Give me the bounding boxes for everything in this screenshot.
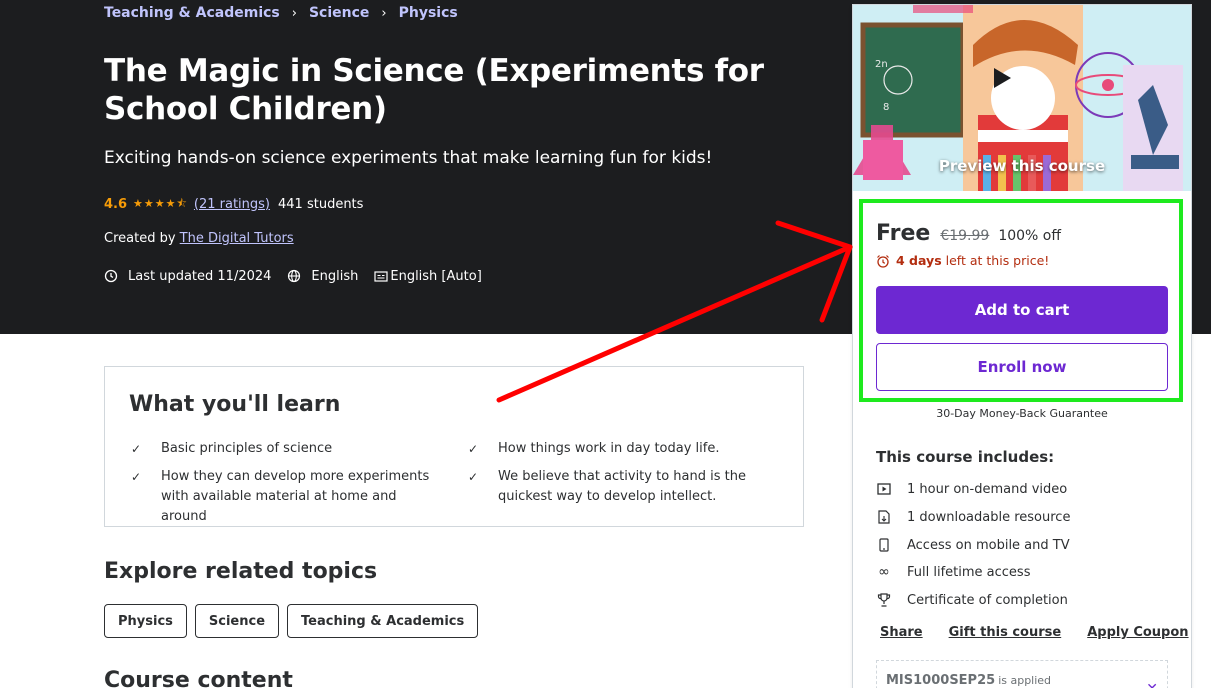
- students-count: 441 students: [278, 197, 363, 212]
- learn-item-text: Basic principles of science: [161, 441, 332, 456]
- coupon-status: is applied: [998, 674, 1051, 687]
- chevron-right-icon: ›: [292, 6, 297, 21]
- include-item-text: 1 hour on-demand video: [907, 482, 1067, 497]
- captions: English [Auto]: [374, 269, 481, 284]
- language-text: English: [311, 269, 358, 284]
- learn-item-text: We believe that activity to hand is the …: [498, 469, 746, 504]
- language: English: [287, 269, 358, 284]
- include-item-text: Access on mobile and TV: [907, 538, 1070, 553]
- check-icon: ✓: [131, 439, 141, 459]
- alert-clock-icon: [104, 269, 118, 283]
- learn-item-text: How they can develop more experiments wi…: [161, 469, 429, 524]
- share-link[interactable]: Share: [880, 625, 923, 640]
- play-button[interactable]: [991, 66, 1055, 130]
- card-links: Share Gift this course Apply Coupon: [880, 625, 1211, 640]
- closed-captions-icon: [374, 269, 388, 283]
- svg-text:8: 8: [883, 102, 889, 113]
- learn-item: ✓ How things work in day today life.: [498, 439, 788, 459]
- author-link[interactable]: The Digital Tutors: [180, 231, 294, 246]
- last-updated-text: Last updated 11/2024: [128, 269, 271, 284]
- topic-chip-science[interactable]: Science: [195, 604, 279, 638]
- video-icon: [876, 481, 892, 497]
- what-youll-learn: What you'll learn ✓ Basic principles of …: [104, 366, 804, 527]
- check-icon: ✓: [468, 467, 478, 487]
- include-item-text: 1 downloadable resource: [907, 510, 1070, 525]
- include-item-text: Full lifetime access: [907, 565, 1030, 580]
- course-title: The Magic in Science (Experiments for Sc…: [104, 52, 824, 128]
- course-meta: Last updated 11/2024 English English [Au…: [104, 267, 498, 285]
- preview-label[interactable]: Preview this course: [853, 157, 1191, 175]
- infinity-icon: ∞: [876, 564, 892, 580]
- mobile-icon: [876, 537, 892, 553]
- file-download-icon: [876, 509, 892, 525]
- breadcrumb-item-teaching[interactable]: Teaching & Academics: [104, 5, 280, 21]
- include-item: ∞ Full lifetime access: [876, 564, 1030, 580]
- includes-heading: This course includes:: [876, 448, 1054, 466]
- check-icon: ✓: [131, 467, 141, 487]
- related-topics: Physics Science Teaching & Academics: [104, 604, 486, 638]
- include-item-text: Certificate of completion: [907, 593, 1068, 608]
- remove-coupon-icon[interactable]: ✕: [1146, 681, 1158, 688]
- include-item: Access on mobile and TV: [876, 537, 1070, 553]
- created-by-label: Created by: [104, 231, 176, 246]
- learn-heading: What you'll learn: [129, 392, 340, 417]
- play-icon: [991, 66, 1013, 90]
- include-item: Certificate of completion: [876, 592, 1068, 608]
- rating-value: 4.6: [104, 197, 127, 212]
- course-content-heading: Course content: [104, 668, 293, 688]
- breadcrumb: Teaching & Academics › Science › Physics: [104, 4, 458, 22]
- topic-chip-physics[interactable]: Physics: [104, 604, 187, 638]
- gift-course-link[interactable]: Gift this course: [949, 625, 1062, 640]
- captions-text: English [Auto]: [390, 269, 481, 284]
- course-subtitle: Exciting hands-on science experiments th…: [104, 148, 712, 168]
- chevron-right-icon: ›: [381, 6, 386, 21]
- learn-item: ✓ How they can develop more experiments …: [161, 467, 441, 527]
- related-topics-heading: Explore related topics: [104, 559, 377, 584]
- highlight-box: [859, 199, 1183, 402]
- globe-icon: [287, 269, 301, 283]
- created-by: Created by The Digital Tutors: [104, 231, 294, 246]
- learn-item: ✓ We believe that activity to hand is th…: [498, 467, 758, 507]
- money-back-guarantee: 30-Day Money-Back Guarantee: [853, 407, 1191, 420]
- svg-text:2n: 2n: [875, 59, 888, 70]
- learn-item: ✓ Basic principles of science: [161, 439, 451, 459]
- include-item: 1 hour on-demand video: [876, 481, 1067, 497]
- course-preview[interactable]: 2n 8 Preview this course: [853, 5, 1191, 191]
- coupon-text: MIS1000SEP25is applied: [886, 673, 1051, 688]
- ratings-count-link[interactable]: (21 ratings): [194, 197, 270, 212]
- coupon-code: MIS1000SEP25: [886, 673, 995, 688]
- applied-coupon: MIS1000SEP25is applied ✕: [876, 660, 1168, 688]
- star-rating-icon: ★★★★⯪: [133, 195, 188, 214]
- check-icon: ✓: [468, 439, 478, 459]
- include-item: 1 downloadable resource: [876, 509, 1070, 525]
- breadcrumb-item-physics[interactable]: Physics: [399, 5, 458, 21]
- learn-item-text: How things work in day today life.: [498, 441, 719, 456]
- apply-coupon-link[interactable]: Apply Coupon: [1087, 625, 1188, 640]
- topic-chip-teaching[interactable]: Teaching & Academics: [287, 604, 478, 638]
- breadcrumb-item-science[interactable]: Science: [309, 5, 369, 21]
- trophy-icon: [876, 592, 892, 608]
- rating-row: 4.6 ★★★★⯪ (21 ratings) 441 students: [104, 195, 363, 213]
- last-updated: Last updated 11/2024: [104, 269, 271, 284]
